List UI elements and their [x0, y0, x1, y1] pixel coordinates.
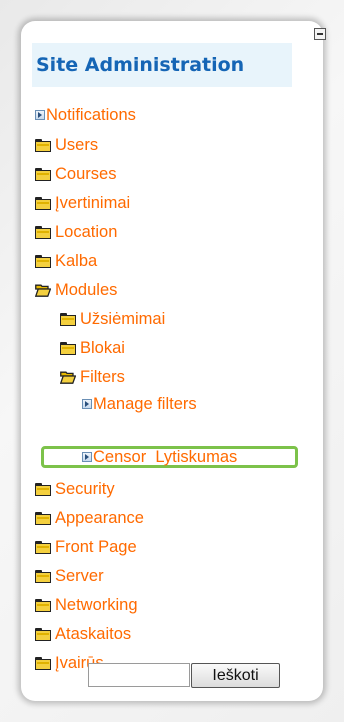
folder-open-icon: [35, 284, 51, 297]
tree-item-filters[interactable]: Filters: [60, 365, 125, 389]
tree-item-censor[interactable]: Censor Lytiskumas: [82, 446, 237, 468]
tree-item-server[interactable]: Server: [35, 564, 104, 588]
tree-label-kalba: Kalba: [55, 252, 98, 270]
folder-open-icon: [60, 371, 76, 384]
tree-item-blokai[interactable]: Blokai: [60, 336, 125, 360]
tree-item-security[interactable]: Security: [35, 477, 115, 501]
tree-label-manage-filters: Manage filters: [93, 395, 197, 413]
tree-item-courses[interactable]: Courses: [35, 162, 116, 186]
tree-item-networking[interactable]: Networking: [35, 593, 138, 617]
tree-label-appearance: Appearance: [55, 509, 144, 527]
tree-label-users: Users: [55, 136, 99, 154]
tree-label-blokai: Blokai: [80, 339, 125, 357]
tree-item-ivertinimai[interactable]: Įvertinimai: [35, 191, 130, 215]
tree-item-manage-filters[interactable]: Manage filters: [82, 392, 197, 416]
tree-label-notifications: Notifications: [46, 106, 136, 124]
tree-item-appearance[interactable]: Appearance: [35, 506, 144, 530]
tree-label-server: Server: [55, 567, 104, 585]
search-button[interactable]: Ieškoti: [191, 663, 280, 688]
tree-item-ataskaitos[interactable]: Ataskaitos: [35, 622, 131, 646]
tree-label-censor: Censor Lytiskumas: [93, 448, 238, 466]
folder-icon: [35, 196, 51, 210]
tree-label-filters: Filters: [80, 368, 125, 386]
folder-icon: [35, 569, 51, 583]
tree-label-ataskaitos: Ataskaitos: [55, 625, 132, 643]
page-arrow-icon: [82, 399, 92, 409]
folder-icon: [60, 341, 76, 355]
tree-label-networking: Networking: [55, 596, 138, 614]
search-input[interactable]: [88, 663, 190, 687]
page-arrow-icon: [82, 452, 92, 462]
tree-item-location[interactable]: Location: [35, 220, 117, 244]
tree-label-ivertinimai: Įvertinimai: [55, 194, 131, 212]
page-arrow-icon: [35, 110, 45, 120]
tree-item-users[interactable]: Users: [35, 133, 98, 157]
tree-item-uzsiemimai[interactable]: Užsiėmimai: [60, 307, 165, 331]
folder-icon: [35, 225, 51, 239]
tree-label-courses: Courses: [55, 165, 117, 183]
tree-label-uzsiemimai: Užsiėmimai: [80, 310, 166, 328]
folder-icon: [35, 254, 51, 268]
minus-box-icon[interactable]: [314, 28, 326, 40]
folder-icon: [35, 138, 51, 152]
tree-label-modules: Modules: [55, 281, 118, 299]
folder-icon: [35, 482, 51, 496]
tree-item-modules[interactable]: Modules: [35, 278, 117, 302]
tree-item-kalba[interactable]: Kalba: [35, 249, 97, 273]
tree-label-security: Security: [55, 480, 115, 498]
block-title: Site Administration: [36, 54, 245, 76]
folder-icon: [60, 312, 76, 326]
folder-icon: [35, 167, 51, 181]
folder-icon: [35, 627, 51, 641]
folder-icon: [35, 656, 51, 670]
tree-item-notifications[interactable]: Notifications: [35, 103, 136, 127]
tree-item-front-page[interactable]: Front Page: [35, 535, 137, 559]
block-header: Site Administration: [32, 43, 292, 87]
folder-icon: [35, 598, 51, 612]
tree-label-front-page: Front Page: [55, 538, 137, 556]
folder-icon: [35, 511, 51, 525]
folder-icon: [35, 540, 51, 554]
tree-label-location: Location: [55, 223, 118, 241]
